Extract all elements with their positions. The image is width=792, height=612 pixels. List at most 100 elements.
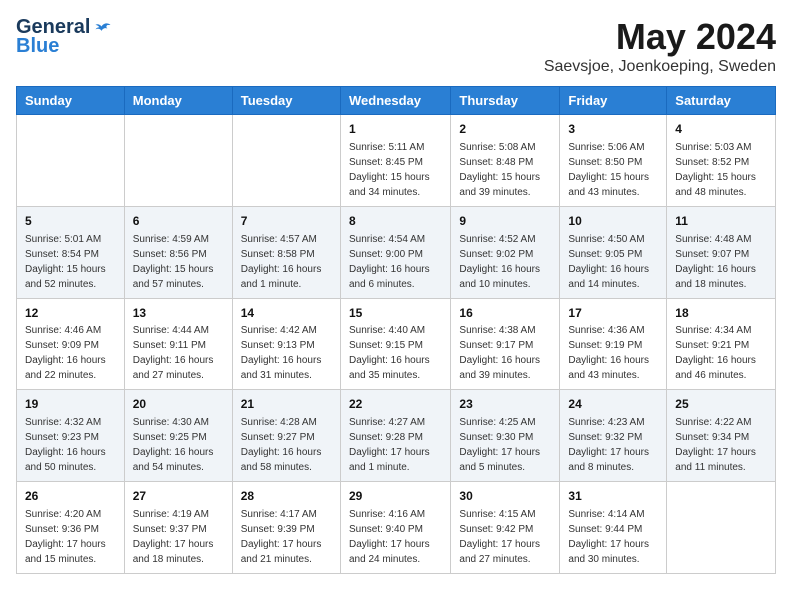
day-number: 18 <box>675 305 767 322</box>
calendar-cell <box>124 115 232 207</box>
title-section: May 2024 Saevsjoe, Joenkoeping, Sweden <box>544 16 776 76</box>
day-info: Sunrise: 4:25 AM Sunset: 9:30 PM Dayligh… <box>459 417 540 473</box>
day-number: 26 <box>25 488 116 505</box>
day-info: Sunrise: 4:17 AM Sunset: 9:39 PM Dayligh… <box>241 509 322 565</box>
calendar-cell: 18 Sunrise: 4:34 AM Sunset: 9:21 PM Dayli… <box>667 298 776 390</box>
calendar-cell: 12 Sunrise: 4:46 AM Sunset: 9:09 PM Dayli… <box>17 298 125 390</box>
calendar-cell: 13 Sunrise: 4:44 AM Sunset: 9:11 PM Dayli… <box>124 298 232 390</box>
calendar-cell: 9Sunrise: 4:52 AM Sunset: 9:02 PM Daylig… <box>451 206 560 298</box>
calendar-cell: 2 Sunrise: 5:08 AM Sunset: 8:48 PM Daylig… <box>451 115 560 207</box>
day-number: 5 <box>25 213 116 230</box>
day-info: Sunrise: 4:38 AM Sunset: 9:17 PM Dayligh… <box>459 325 540 381</box>
day-number: 11 <box>675 213 767 230</box>
day-number: 24 <box>568 396 658 413</box>
calendar-cell: 25 Sunrise: 4:22 AM Sunset: 9:34 PM Dayli… <box>667 390 776 482</box>
calendar-cell: 11 Sunrise: 4:48 AM Sunset: 9:07 PM Dayli… <box>667 206 776 298</box>
day-number: 8 <box>349 213 442 230</box>
day-info: Sunrise: 4:46 AM Sunset: 9:09 PM Dayligh… <box>25 325 106 381</box>
calendar-cell: 20 Sunrise: 4:30 AM Sunset: 9:25 PM Dayli… <box>124 390 232 482</box>
calendar-cell: 5Sunrise: 5:01 AM Sunset: 8:54 PM Daylig… <box>17 206 125 298</box>
calendar-cell: 15Sunrise: 4:40 AM Sunset: 9:15 PM Dayli… <box>340 298 450 390</box>
day-number: 21 <box>241 396 332 413</box>
day-info: Sunrise: 4:59 AM Sunset: 8:56 PM Dayligh… <box>133 234 214 290</box>
calendar-cell <box>667 482 776 574</box>
day-number: 4 <box>675 121 767 138</box>
day-info: Sunrise: 4:27 AM Sunset: 9:28 PM Dayligh… <box>349 417 430 473</box>
logo-bird-icon <box>94 19 112 37</box>
calendar-cell: 6 Sunrise: 4:59 AM Sunset: 8:56 PM Daylig… <box>124 206 232 298</box>
day-number: 19 <box>25 396 116 413</box>
day-number: 25 <box>675 396 767 413</box>
weekday-header-friday: Friday <box>560 87 667 115</box>
logo: General Blue <box>16 16 112 58</box>
calendar-cell: 10Sunrise: 4:50 AM Sunset: 9:05 PM Dayli… <box>560 206 667 298</box>
weekday-header-wednesday: Wednesday <box>340 87 450 115</box>
day-number: 3 <box>568 121 658 138</box>
calendar-cell: 29Sunrise: 4:16 AM Sunset: 9:40 PM Dayli… <box>340 482 450 574</box>
day-number: 28 <box>241 488 332 505</box>
day-info: Sunrise: 4:16 AM Sunset: 9:40 PM Dayligh… <box>349 509 430 565</box>
calendar-cell: 23Sunrise: 4:25 AM Sunset: 9:30 PM Dayli… <box>451 390 560 482</box>
calendar-cell <box>17 115 125 207</box>
day-info: Sunrise: 5:11 AM Sunset: 8:45 PM Dayligh… <box>349 142 430 198</box>
calendar-week-row: 26 Sunrise: 4:20 AM Sunset: 9:36 PM Dayli… <box>17 482 776 574</box>
day-info: Sunrise: 4:22 AM Sunset: 9:34 PM Dayligh… <box>675 417 756 473</box>
calendar-cell: 1 Sunrise: 5:11 AM Sunset: 8:45 PM Daylig… <box>340 115 450 207</box>
calendar-cell: 21 Sunrise: 4:28 AM Sunset: 9:27 PM Dayli… <box>232 390 340 482</box>
weekday-header-saturday: Saturday <box>667 87 776 115</box>
day-number: 6 <box>133 213 224 230</box>
day-info: Sunrise: 4:19 AM Sunset: 9:37 PM Dayligh… <box>133 509 214 565</box>
day-info: Sunrise: 4:23 AM Sunset: 9:32 PM Dayligh… <box>568 417 649 473</box>
calendar-cell: 8 Sunrise: 4:54 AM Sunset: 9:00 PM Daylig… <box>340 206 450 298</box>
day-info: Sunrise: 4:57 AM Sunset: 8:58 PM Dayligh… <box>241 234 322 290</box>
page-header: General Blue May 2024 Saevsjoe, Joenkoep… <box>16 16 776 76</box>
calendar-cell <box>232 115 340 207</box>
day-info: Sunrise: 4:28 AM Sunset: 9:27 PM Dayligh… <box>241 417 322 473</box>
day-info: Sunrise: 4:34 AM Sunset: 9:21 PM Dayligh… <box>675 325 756 381</box>
calendar-cell: 17 Sunrise: 4:36 AM Sunset: 9:19 PM Dayli… <box>560 298 667 390</box>
weekday-header-sunday: Sunday <box>17 87 125 115</box>
calendar-week-row: 5Sunrise: 5:01 AM Sunset: 8:54 PM Daylig… <box>17 206 776 298</box>
calendar-cell: 24 Sunrise: 4:23 AM Sunset: 9:32 PM Dayli… <box>560 390 667 482</box>
day-number: 30 <box>459 488 551 505</box>
day-info: Sunrise: 4:32 AM Sunset: 9:23 PM Dayligh… <box>25 417 106 473</box>
weekday-header-thursday: Thursday <box>451 87 560 115</box>
day-info: Sunrise: 4:14 AM Sunset: 9:44 PM Dayligh… <box>568 509 649 565</box>
day-number: 2 <box>459 121 551 138</box>
calendar-cell: 31Sunrise: 4:14 AM Sunset: 9:44 PM Dayli… <box>560 482 667 574</box>
day-info: Sunrise: 4:48 AM Sunset: 9:07 PM Dayligh… <box>675 234 756 290</box>
day-number: 16 <box>459 305 551 322</box>
day-info: Sunrise: 4:52 AM Sunset: 9:02 PM Dayligh… <box>459 234 540 290</box>
calendar-cell: 28 Sunrise: 4:17 AM Sunset: 9:39 PM Dayli… <box>232 482 340 574</box>
day-number: 1 <box>349 121 442 138</box>
calendar-cell: 26 Sunrise: 4:20 AM Sunset: 9:36 PM Dayli… <box>17 482 125 574</box>
day-info: Sunrise: 5:08 AM Sunset: 8:48 PM Dayligh… <box>459 142 540 198</box>
calendar-cell: 19 Sunrise: 4:32 AM Sunset: 9:23 PM Dayli… <box>17 390 125 482</box>
day-number: 14 <box>241 305 332 322</box>
calendar-cell: 22Sunrise: 4:27 AM Sunset: 9:28 PM Dayli… <box>340 390 450 482</box>
calendar-week-row: 1 Sunrise: 5:11 AM Sunset: 8:45 PM Daylig… <box>17 115 776 207</box>
day-info: Sunrise: 4:44 AM Sunset: 9:11 PM Dayligh… <box>133 325 214 381</box>
day-info: Sunrise: 4:20 AM Sunset: 9:36 PM Dayligh… <box>25 509 106 565</box>
day-number: 27 <box>133 488 224 505</box>
calendar-cell: 14Sunrise: 4:42 AM Sunset: 9:13 PM Dayli… <box>232 298 340 390</box>
day-number: 12 <box>25 305 116 322</box>
day-number: 15 <box>349 305 442 322</box>
day-number: 13 <box>133 305 224 322</box>
calendar-cell: 7 Sunrise: 4:57 AM Sunset: 8:58 PM Daylig… <box>232 206 340 298</box>
logo-blue-text: Blue <box>16 35 59 58</box>
day-info: Sunrise: 4:50 AM Sunset: 9:05 PM Dayligh… <box>568 234 649 290</box>
calendar-cell: 30Sunrise: 4:15 AM Sunset: 9:42 PM Dayli… <box>451 482 560 574</box>
day-info: Sunrise: 4:54 AM Sunset: 9:00 PM Dayligh… <box>349 234 430 290</box>
weekday-header-monday: Monday <box>124 87 232 115</box>
day-info: Sunrise: 5:06 AM Sunset: 8:50 PM Dayligh… <box>568 142 649 198</box>
day-info: Sunrise: 4:30 AM Sunset: 9:25 PM Dayligh… <box>133 417 214 473</box>
day-info: Sunrise: 4:36 AM Sunset: 9:19 PM Dayligh… <box>568 325 649 381</box>
calendar-cell: 4Sunrise: 5:03 AM Sunset: 8:52 PM Daylig… <box>667 115 776 207</box>
weekday-header-tuesday: Tuesday <box>232 87 340 115</box>
day-number: 17 <box>568 305 658 322</box>
calendar-cell: 16 Sunrise: 4:38 AM Sunset: 9:17 PM Dayli… <box>451 298 560 390</box>
day-number: 7 <box>241 213 332 230</box>
day-number: 20 <box>133 396 224 413</box>
calendar-header-row: SundayMondayTuesdayWednesdayThursdayFrid… <box>17 87 776 115</box>
